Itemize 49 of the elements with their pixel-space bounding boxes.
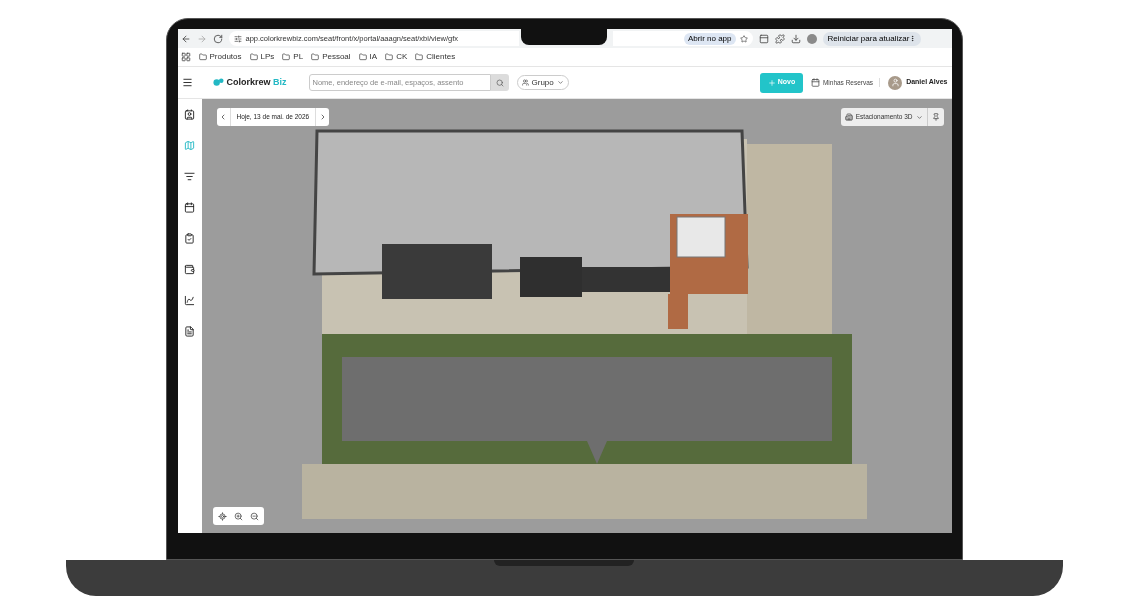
bookmark-folder[interactable]: IA xyxy=(358,51,378,63)
chevron-left-icon xyxy=(219,113,227,121)
folder-icon xyxy=(358,53,367,61)
user-avatar[interactable] xyxy=(888,75,903,90)
wallet-icon[interactable] xyxy=(184,264,195,275)
users-icon xyxy=(521,79,529,86)
calendar-icon[interactable] xyxy=(184,202,195,213)
folder-icon xyxy=(311,53,320,61)
extensions-icon[interactable] xyxy=(774,33,785,44)
folder-icon xyxy=(415,53,424,61)
apps-grid-icon[interactable] xyxy=(180,52,191,62)
bookmark-folder[interactable]: Pessoal xyxy=(311,51,351,63)
zoom-in-icon[interactable] xyxy=(233,511,243,521)
logo-text: Colorkrew Biz xyxy=(226,75,287,89)
pin-icon xyxy=(931,113,940,121)
search-icon xyxy=(495,78,504,87)
back-icon[interactable] xyxy=(180,33,191,44)
bookmark-star-icon[interactable] xyxy=(739,34,748,43)
folder-icon xyxy=(282,53,291,61)
building-icon xyxy=(844,113,853,121)
bookmark-folder[interactable]: LPs xyxy=(249,51,275,63)
reload-icon[interactable] xyxy=(212,33,223,44)
locate-icon[interactable] xyxy=(217,511,227,521)
download-icon[interactable] xyxy=(790,33,801,44)
logo-icon xyxy=(212,77,224,88)
caret-icon xyxy=(915,113,923,121)
folder-icon xyxy=(385,53,394,61)
bookmark-folder[interactable]: CK xyxy=(385,51,408,63)
menu-icon[interactable] xyxy=(181,77,193,88)
profile-avatar[interactable] xyxy=(806,33,817,44)
site-settings-icon[interactable] xyxy=(233,34,242,43)
person-silhouette-icon xyxy=(890,78,900,87)
open-app-chip[interactable]: Abrir no app xyxy=(683,32,736,45)
caret-icon xyxy=(556,79,564,86)
restart-update-button[interactable]: Reiniciar para atualizar xyxy=(822,31,922,46)
zoom-out-icon[interactable] xyxy=(249,511,259,521)
folder-icon xyxy=(198,53,207,61)
bookmark-folder[interactable]: Clientes xyxy=(415,51,456,63)
chart-icon[interactable] xyxy=(184,295,195,306)
bookmark-folder[interactable]: Produtos xyxy=(198,51,242,63)
folder-icon xyxy=(249,53,258,61)
tab-icon[interactable] xyxy=(758,33,769,44)
document-icon[interactable] xyxy=(184,326,195,337)
id-badge-icon[interactable] xyxy=(184,109,195,120)
bookmark-folder[interactable]: PL xyxy=(282,51,304,63)
clipboard-check-icon[interactable] xyxy=(184,233,195,244)
filter-list-icon[interactable] xyxy=(184,171,195,182)
plus-icon xyxy=(767,78,776,87)
calendar-icon xyxy=(810,78,820,87)
